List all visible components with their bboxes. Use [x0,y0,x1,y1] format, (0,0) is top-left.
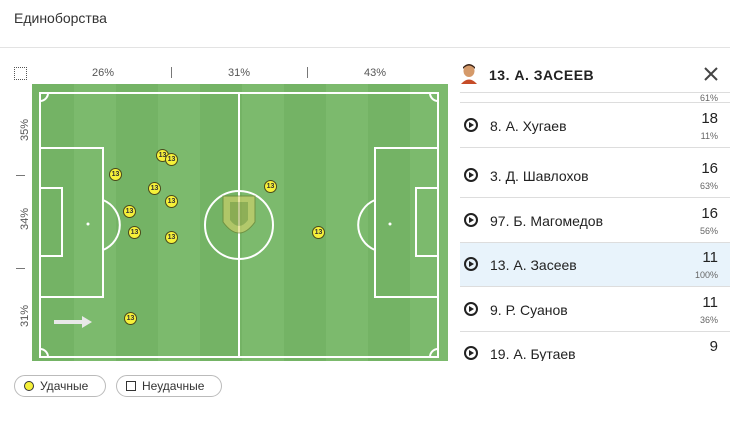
duel-marker[interactable]: 13 [165,153,178,166]
club-logo [222,195,256,234]
list-item[interactable]: 8. А. Хугаев 18 11% [460,104,730,148]
legend-fail-button[interactable]: Неудачные [116,375,222,397]
row-pct: 63% [699,181,718,191]
success-dot-icon [24,381,34,391]
row-player-name: 3. Д. Шавлохов [490,168,589,184]
selection-icon[interactable] [14,67,27,80]
legend-success-button[interactable]: Удачные [14,375,106,397]
play-icon[interactable] [464,168,478,182]
close-icon[interactable] [701,64,721,84]
play-icon[interactable] [464,213,478,227]
row-player-name: 19. А. Бутаев [490,346,576,361]
duel-marker[interactable]: 13 [312,226,325,239]
row-player-name: 9. Р. Суанов [490,302,568,318]
row-pct: 36% [699,315,718,325]
row-value: 11 [702,294,718,311]
list-item[interactable]: 9. Р. Суанов 11 36% [460,288,730,332]
lane-pct-top: 35% [19,118,31,142]
row-pct: 100% [694,270,718,280]
pitch-markings [39,92,439,358]
fail-square-icon [126,381,136,391]
duel-marker[interactable]: 13 [148,182,161,195]
play-icon[interactable] [464,118,478,132]
row-pct: 11% [700,131,718,141]
zone-pct-right: 43% [364,67,387,79]
row-value: 11 [702,249,718,266]
legend-success-label: Удачные [40,379,89,393]
row-value: 16 [701,160,718,177]
lane-divider-tick [16,268,25,269]
list-item[interactable]: 61% [460,93,730,103]
row-player-name: 13. А. Засеев [490,257,577,273]
duel-marker[interactable]: 13 [264,180,277,193]
row-value: 18 [701,110,718,127]
selected-player-name: 13. А. ЗАСЕЕВ [489,67,595,83]
lane-divider-tick [16,175,25,176]
player-avatar [461,64,477,84]
play-icon[interactable] [464,257,478,271]
football-pitch: 13 13 13 13 13 13 13 13 13 13 13 [32,84,448,361]
player-panel-header: 13. А. ЗАСЕЕВ [460,60,730,92]
duel-marker[interactable]: 13 [124,312,137,325]
row-pct: 56% [699,226,718,236]
duel-marker[interactable]: 13 [109,168,122,181]
duel-marker[interactable]: 13 [123,205,136,218]
player-list: 61% 8. А. Хугаев 18 11% 3. Д. Шавлохов 1… [460,92,730,361]
play-icon[interactable] [464,346,478,360]
row-pct: 61% [699,93,718,103]
list-item[interactable]: 19. А. Бутаев 9 [460,332,730,361]
list-item[interactable]: 97. Б. Магомедов 16 56% [460,199,730,243]
list-item-selected[interactable]: 13. А. Засеев 11 100% [460,243,730,287]
lane-pct-middle: 34% [19,207,31,231]
row-value: 16 [701,205,718,222]
zone-pct-left: 26% [92,67,115,79]
row-value: 9 [709,338,718,355]
zone-divider-tick [171,67,172,78]
zone-divider-tick [307,67,308,78]
zone-pct-middle: 31% [228,67,251,79]
duel-marker[interactable]: 13 [128,226,141,239]
duel-marker[interactable]: 13 [165,195,178,208]
list-item[interactable]: 3. Д. Шавлохов 16 63% [460,154,730,198]
play-icon[interactable] [464,302,478,316]
legend-fail-label: Неудачные [142,379,205,393]
row-player-name: 8. А. Хугаев [490,118,567,134]
page-title: Единоборства [14,10,107,26]
duel-marker[interactable]: 13 [165,231,178,244]
divider [0,47,730,48]
lane-pct-bottom: 31% [19,304,31,328]
row-player-name: 97. Б. Магомедов [490,213,604,229]
